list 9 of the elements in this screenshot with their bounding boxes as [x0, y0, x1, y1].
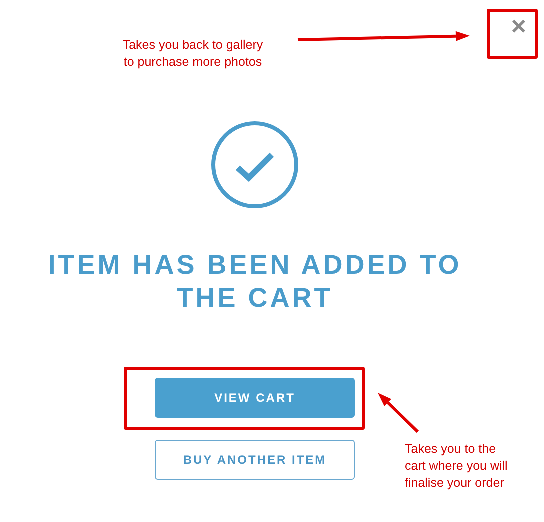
annotation-arrow [378, 393, 420, 434]
annotation-note: Takes you back to gallery to purchase more photos [122, 37, 264, 71]
buy-another-item-button[interactable]: BUY ANOTHER ITEM [155, 440, 355, 480]
checkmark-circle-icon [211, 121, 299, 209]
highlight-frame [487, 9, 538, 59]
view-cart-button[interactable]: VIEW CART [155, 378, 355, 418]
annotation-note: Takes you to the cart where you will finalise your order [405, 441, 509, 492]
confirmation-heading: ITEM HAS BEEN ADDED TO THE CART [47, 249, 463, 315]
close-button[interactable]: × [508, 13, 530, 39]
